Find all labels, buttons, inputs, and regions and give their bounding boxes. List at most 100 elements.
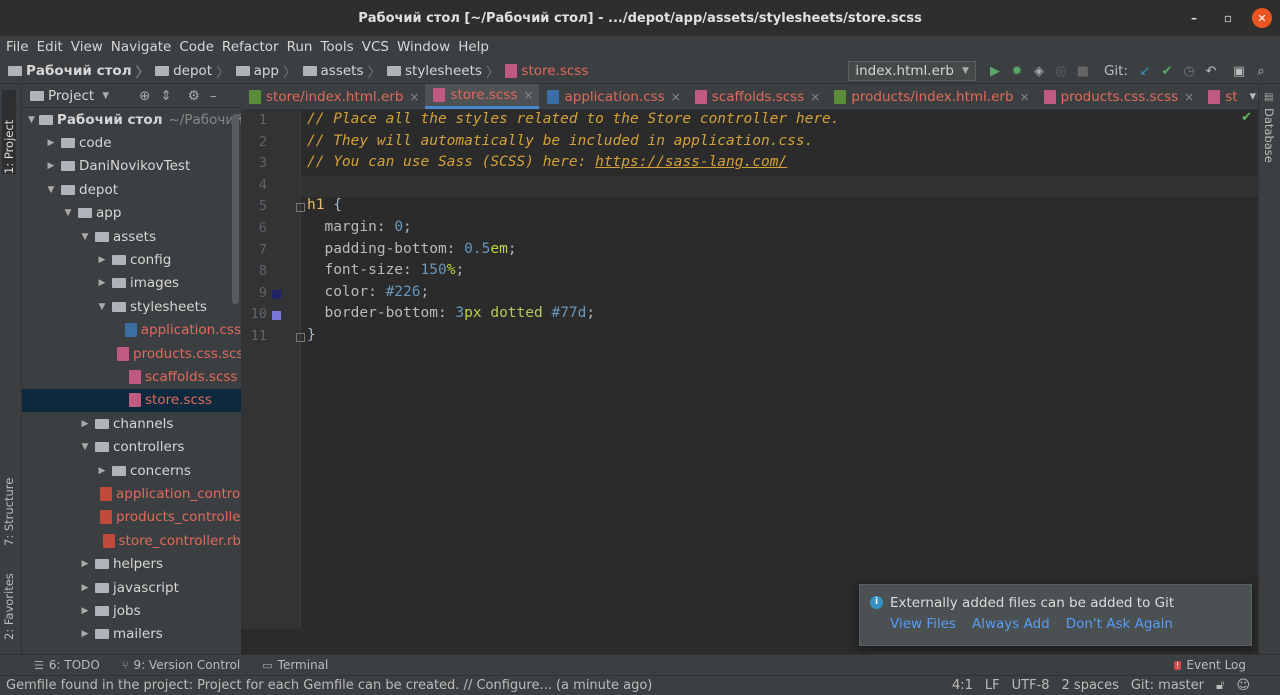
crumb-depot[interactable]: depot 〉 [155,61,230,81]
crumb-desktop[interactable]: Рабочий стол 〉 [8,61,149,81]
close-tab-icon[interactable]: × [523,88,533,102]
minimize-button[interactable]: – [1184,8,1204,28]
menu-run[interactable]: Run [287,39,313,55]
git-branch[interactable]: Git: master [1131,678,1204,693]
tree-file[interactable]: scaffolds.scss [22,365,241,388]
close-tab-icon[interactable]: × [671,90,681,104]
dont-ask-again-link[interactable]: Don't Ask Again [1066,616,1173,632]
hide-icon[interactable]: – [210,88,217,104]
tree-folder[interactable]: ▶ concerns [22,459,241,482]
coverage-icon[interactable]: ◈ [1028,64,1050,79]
run-icon[interactable]: ▶ [984,64,1006,79]
chevron-right-icon[interactable]: ▶ [96,255,108,265]
tree-file[interactable]: products_controller.rb [22,506,241,529]
tool-event-log[interactable]: ! Event Log [1174,658,1246,672]
menu-file[interactable]: File [6,39,29,55]
chevron-down-icon[interactable]: ▼ [79,442,91,452]
crumb-assets[interactable]: assets 〉 [302,61,381,81]
chevron-down-icon[interactable]: ▼ [96,302,108,312]
collapse-icon[interactable]: ⇕ [160,88,171,104]
chevron-down-icon[interactable]: ▼ [62,208,74,218]
tool-todo[interactable]: ☰ 6: TODO [34,658,100,672]
tree-folder[interactable]: ▶ channels [22,412,241,435]
menu-help[interactable]: Help [458,39,489,55]
line-separator[interactable]: LF [985,678,1000,693]
editor-tab[interactable]: store/index.html.erb × [241,84,425,109]
tab-structure-tool[interactable]: 7: Structure [2,460,16,546]
close-button[interactable]: ✕ [1252,8,1272,28]
tree-file[interactable]: application.css [22,319,241,342]
caret-position[interactable]: 4:1 [952,678,973,693]
view-files-link[interactable]: View Files [890,616,956,632]
tab-favorites-tool[interactable]: 2: Favorites [2,560,16,640]
file-encoding[interactable]: UTF-8 [1012,678,1050,693]
tree-folder[interactable]: ▼ assets [22,225,241,248]
close-tab-icon[interactable]: × [1020,90,1030,104]
tree-folder[interactable]: ▶ helpers [22,552,241,575]
profile-icon[interactable]: ◎ [1050,64,1072,79]
close-tab-icon[interactable]: × [810,90,820,104]
chevron-down-icon[interactable]: ▼ [28,115,35,125]
chevron-right-icon[interactable]: ▶ [96,278,108,288]
color-swatch-icon[interactable] [272,311,281,321]
menu-refactor[interactable]: Refactor [222,39,279,55]
indent-setting[interactable]: 2 spaces [1062,678,1119,693]
lock-icon[interactable]: 🔓︎ [1216,678,1224,693]
chevron-right-icon[interactable]: ▶ [45,138,57,148]
tool-version-control[interactable]: ⑂ 9: Version Control [122,658,240,672]
tab-list-icon[interactable]: ▾≡ [1244,84,1258,109]
status-message[interactable]: Gemfile found in the project: Project fo… [6,678,652,693]
tree-folder[interactable]: ▼ controllers [22,435,241,458]
tree-folder[interactable]: ▶ mailers [22,623,241,646]
code-link[interactable]: https://sass-lang.com/ [595,154,787,170]
tree-folder[interactable]: ▶ config [22,248,241,271]
gear-icon[interactable]: ⚙ [188,88,200,104]
menu-tools[interactable]: Tools [320,39,353,55]
maximize-button[interactable]: ▫ [1218,8,1238,28]
chevron-right-icon[interactable]: ▶ [79,559,91,569]
menu-code[interactable]: Code [179,39,214,55]
close-tab-icon[interactable]: × [409,90,419,104]
chevron-down-icon[interactable]: ▼ [102,91,109,101]
chevron-down-icon[interactable]: ▼ [79,232,91,242]
memory-icon[interactable]: ☺ [1236,678,1250,693]
run-config-select[interactable]: index.html.erb ▼ [848,61,976,81]
menu-view[interactable]: View [71,39,103,55]
tree-folder[interactable]: ▶ DaniNovikovTest [22,155,241,178]
tree-folder[interactable]: ▼ app [22,202,241,225]
debug-icon[interactable]: ✹ [1006,64,1028,79]
menu-window[interactable]: Window [397,39,450,55]
editor-tab[interactable]: products/index.html.erb × [826,84,1035,109]
close-tab-icon[interactable]: × [1184,90,1194,104]
tree-folder[interactable]: ▼ depot [22,178,241,201]
chevron-right-icon[interactable]: ▶ [79,419,91,429]
tree-file[interactable]: store.scss [22,388,241,413]
tree-folder[interactable]: ▶ javascript [22,576,241,599]
project-scrollbar[interactable] [232,114,239,304]
chevron-right-icon[interactable]: ▶ [79,606,91,616]
chevron-right-icon[interactable]: ▶ [96,466,108,476]
tree-folder[interactable]: ▶ code [22,131,241,154]
tree-file[interactable]: store_controller.rb [22,529,241,552]
crumb-stylesheets[interactable]: stylesheets 〉 [387,61,499,81]
tree-folder[interactable]: ▶ jobs [22,599,241,622]
chevron-right-icon[interactable]: ▶ [79,629,91,639]
fold-icon[interactable] [296,333,305,342]
git-commit-icon[interactable]: ✔ [1156,64,1178,79]
locate-icon[interactable]: ⊕ [139,88,150,104]
git-history-icon[interactable]: ◷ [1178,64,1200,79]
code-editor[interactable]: 1 2 3 4 5 6 7 8 9 10 11 // Place all the styles re… [241,110,1258,629]
always-add-link[interactable]: Always Add [972,616,1050,632]
tree-file[interactable]: application_controller.rb [22,482,241,505]
editor-tab[interactable]: store.scss × [425,84,540,109]
menu-vcs[interactable]: VCS [362,39,389,55]
chevron-right-icon[interactable]: ▶ [45,161,57,171]
tool-terminal[interactable]: ▭ Terminal [262,658,328,672]
menu-navigate[interactable]: Navigate [111,39,172,55]
stop-icon[interactable]: ■ [1072,64,1094,79]
editor-tab[interactable]: products.css.scss × [1036,84,1201,109]
git-update-icon[interactable]: ↙ [1134,64,1156,79]
menu-edit[interactable]: Edit [37,39,63,55]
tree-folder[interactable]: ▶ images [22,272,241,295]
search-everywhere-icon[interactable]: ⌕ [1250,64,1272,79]
